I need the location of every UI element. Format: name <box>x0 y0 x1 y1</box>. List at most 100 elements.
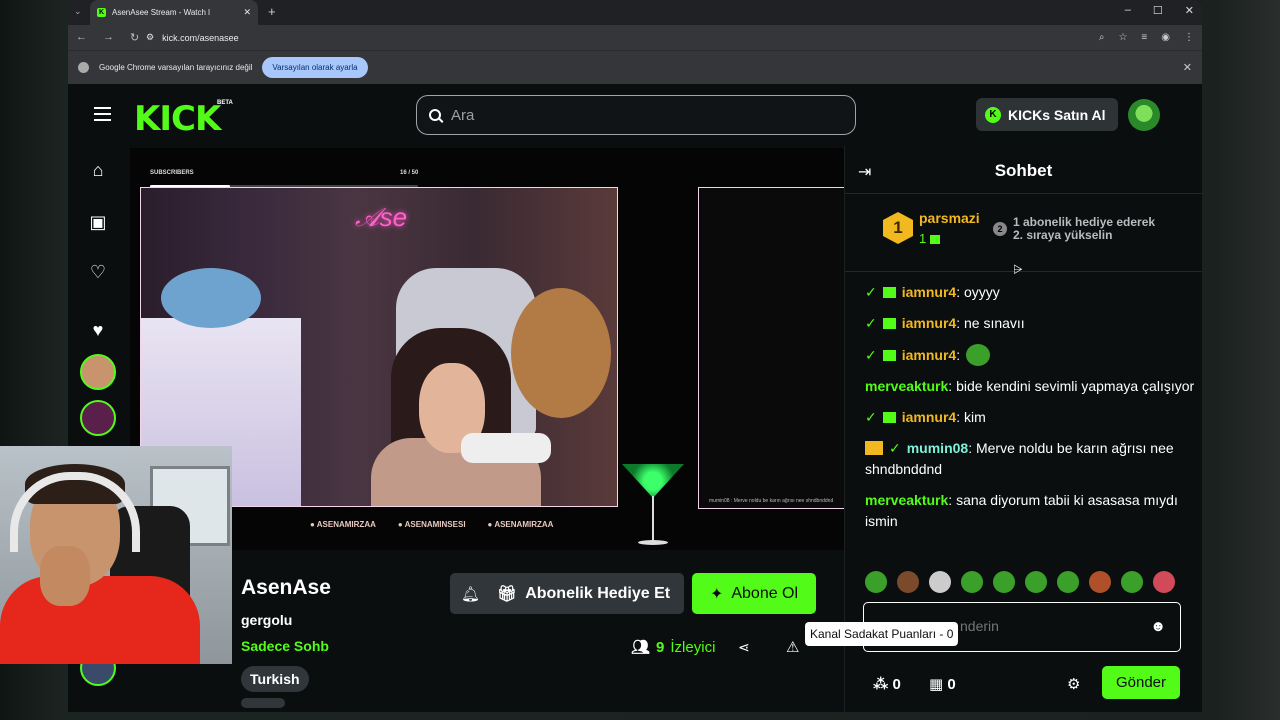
chat-username: iamnur4 <box>901 284 957 300</box>
reload-icon[interactable]: ↻ <box>130 31 139 44</box>
twitter-handle: ASENAMIRZAA <box>310 520 376 529</box>
viewer-count: 👥︎ 9 İzleyici <box>631 638 715 657</box>
chat-username: iamnur4 <box>901 409 957 425</box>
chat-message[interactable]: ✓ iamnur4: kim <box>865 407 1195 428</box>
leaderboard-message: 1 abonelik hediye ederek 2. sıraya yüksel… <box>1013 215 1156 242</box>
chat-username: merveakturk <box>865 492 949 508</box>
emote-icon[interactable] <box>1089 571 1111 593</box>
channel-store[interactable]: ▦ 0 <box>929 675 956 693</box>
emote-icon[interactable] <box>1025 571 1047 593</box>
streamer-name[interactable]: AsenAse <box>241 576 331 600</box>
minimize-icon[interactable]: – <box>1125 4 1131 17</box>
forward-icon[interactable]: → <box>103 31 114 44</box>
rank-medal-icon: 1 <box>883 212 913 244</box>
followed-channel-avatar[interactable] <box>80 400 116 436</box>
social-links: ASENAMIRZAA ASENAMINSESI ASENAMIRZAA <box>310 520 554 529</box>
default-browser-infobar: Google Chrome varsayılan tarayıcınız değ… <box>68 50 1202 84</box>
stream-title: gergolu <box>241 612 293 628</box>
new-tab-icon[interactable]: + <box>268 4 276 19</box>
chat-message[interactable]: merveakturk: bide kendini sevimli yapmay… <box>865 376 1195 397</box>
chat-text: ne sınavıı <box>963 315 1025 331</box>
following-icon[interactable]: ♡ <box>88 262 108 283</box>
overlay-chat-line: mumin08 : Merve noldu be karın ağrısı ne… <box>709 498 834 504</box>
home-icon[interactable]: ⌂ <box>88 160 108 181</box>
verified-badge-icon: ✓ <box>865 409 877 425</box>
subscribe-label: Abone Ol <box>731 584 799 602</box>
browse-icon[interactable]: ▣ <box>88 212 108 233</box>
emote-icon[interactable] <box>1057 571 1079 593</box>
site-info-icon[interactable]: ⚙ <box>146 32 154 43</box>
beta-label: BETA <box>217 100 233 106</box>
buy-kicks-label: KICKs Satın Al <box>1008 106 1106 123</box>
reactor-webcam-overlay <box>0 446 232 664</box>
emote-icon[interactable] <box>993 571 1015 593</box>
sub-goal-label: SUBSCRIBERS <box>150 170 194 176</box>
back-icon[interactable]: ← <box>76 31 87 44</box>
chat-username: iamnur4 <box>901 347 957 363</box>
emote-icon[interactable] <box>865 571 887 593</box>
chrome-icon <box>78 62 89 73</box>
url-text[interactable]: kick.com/asenasee <box>162 33 239 43</box>
tab-search-icon[interactable]: ⌄ <box>74 6 82 17</box>
crown-badge-icon <box>865 441 883 455</box>
chat-message[interactable]: ✓ iamnur4: <box>865 344 1195 366</box>
top-gifter-count: 1 <box>919 231 940 246</box>
emote-icon[interactable] <box>929 571 951 593</box>
language-tag[interactable]: Turkish <box>241 666 309 692</box>
chat-message[interactable]: ✓ iamnur4: ne sınavıı <box>865 313 1195 334</box>
chat-input-field[interactable] <box>960 618 1140 634</box>
browser-tab[interactable]: K AsenAsee Stream - Watch l ✕ <box>90 0 258 25</box>
media-icon[interactable]: ≡ <box>1141 32 1147 43</box>
maximize-icon[interactable]: ☐ <box>1153 4 1163 17</box>
report-icon[interactable]: ⚠ <box>786 638 799 656</box>
subscribe-button[interactable]: ✦ Abone Ol <box>692 573 816 614</box>
profile-icon[interactable]: ◉ <box>1161 32 1170 43</box>
kick-favicon-icon: K <box>97 8 106 17</box>
top-gifter-name[interactable]: parsmazi <box>919 210 980 226</box>
emote-icon[interactable] <box>961 571 983 593</box>
next-rank-badge: 2 <box>993 222 1007 236</box>
sparkle-icon: ✦ <box>709 585 724 603</box>
emote-icon[interactable] <box>1121 571 1143 593</box>
gift-subscription-button[interactable]: 🎁︎ Abonelik Hediye Et <box>483 573 684 614</box>
kick-header: KICK BETA Ara K KICKs Satın Al <box>68 84 1202 146</box>
menu-dots-icon[interactable]: ⋮ <box>1184 32 1194 43</box>
chat-settings-icon[interactable]: ⚙ <box>1067 675 1080 693</box>
zoom-icon[interactable]: ⌕ <box>1099 32 1105 43</box>
hamburger-menu-icon[interactable] <box>94 107 111 121</box>
chat-text: oyyyy <box>963 284 1000 300</box>
close-window-icon[interactable]: ✕ <box>1185 4 1194 17</box>
video-player[interactable]: SUBSCRIBERS 16 / 50 𝒜se mumin08 : Merve … <box>130 148 900 550</box>
loyalty-points-tooltip: Kanal Sadakat Puanları - 0 <box>805 622 959 646</box>
emote-icon[interactable] <box>1153 571 1175 593</box>
kicks-icon: K <box>985 106 1001 123</box>
emoji-picker-icon[interactable]: ☻ <box>1150 618 1166 635</box>
send-button[interactable]: Gönder <box>1102 666 1180 699</box>
user-avatar[interactable] <box>1128 99 1160 131</box>
tab-close-icon[interactable]: ✕ <box>243 7 251 18</box>
followed-channel-avatar[interactable] <box>80 354 116 390</box>
buy-kicks-button[interactable]: K KICKs Satın Al <box>976 98 1118 131</box>
pepe-emote-icon <box>965 344 990 366</box>
share-icon[interactable]: ⋖ <box>738 639 750 656</box>
set-default-button[interactable]: Varsayılan olarak ayarla <box>262 57 368 78</box>
search-icon <box>429 109 441 121</box>
tag-chip[interactable] <box>241 698 285 708</box>
verified-badge-icon: ✓ <box>865 347 877 363</box>
kick-logo[interactable]: KICK <box>134 99 221 139</box>
expand-leaderboard-icon[interactable]: ⩥ <box>1013 262 1023 277</box>
stream-category[interactable]: Sadece Sohb <box>241 638 329 654</box>
infobar-close-icon[interactable]: ✕ <box>1183 61 1192 74</box>
subscriber-badge-icon <box>882 287 896 298</box>
channel-points[interactable]: ⁂ 0 <box>873 675 901 693</box>
chat-messages: ✓ iamnur4: oyyyy ✓ iamnur4: ne sınavıı ✓ ia… <box>865 282 1195 542</box>
verified-badge-icon: ✓ <box>889 440 901 456</box>
tab-bar: ⌄ K AsenAsee Stream - Watch l ✕ + – ☐ ✕ <box>68 0 1202 25</box>
chat-message[interactable]: merveakturk: sana diyorum tabii ki asasa… <box>865 490 1195 532</box>
emote-icon[interactable] <box>897 571 919 593</box>
chat-message[interactable]: ✓ iamnur4: oyyyy <box>865 282 1195 303</box>
search-bar[interactable]: Ara <box>416 95 856 135</box>
bookmark-star-icon[interactable]: ☆ <box>1118 32 1127 43</box>
chat-message[interactable]: ✓ mumin08: Merve noldu be karın ağrısı ne… <box>865 438 1195 480</box>
bell-icon: 🔔︎ <box>460 585 481 603</box>
